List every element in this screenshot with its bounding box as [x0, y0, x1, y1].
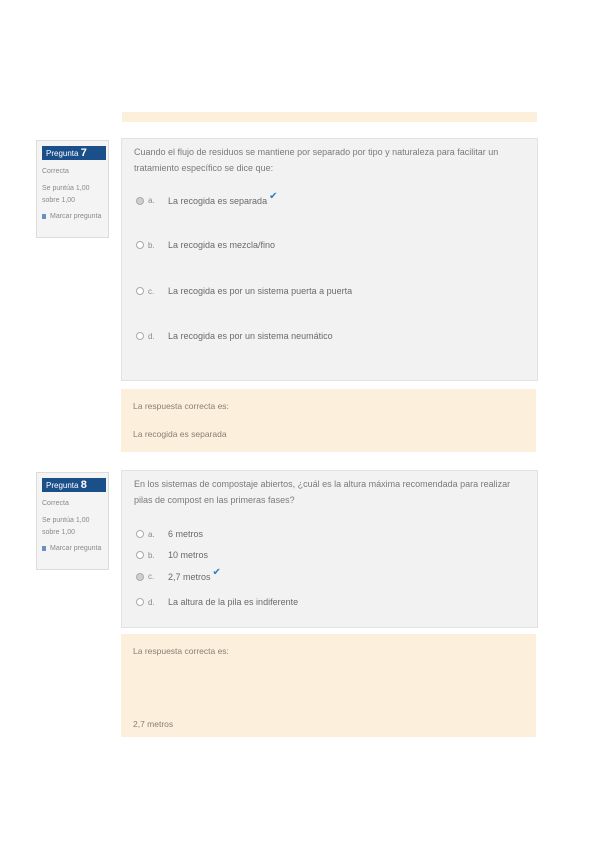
- option-text: La altura de la pila es indiferente: [168, 597, 299, 607]
- option-text: 6 metros: [168, 529, 204, 539]
- radio-icon[interactable]: [136, 530, 144, 538]
- option-letter: d.: [148, 597, 155, 607]
- option-text: La recogida es mezcla/fino: [168, 240, 276, 250]
- flag-question-button[interactable]: Marcar pregunta: [42, 545, 103, 552]
- radio-icon[interactable]: [136, 196, 144, 205]
- radio-icon[interactable]: [136, 332, 144, 340]
- score-line-2: sobre 1,00: [42, 197, 76, 204]
- question-number: 8: [80, 479, 87, 491]
- feedback-box-8: La respuesta correcta es: 2,7 metros: [121, 634, 536, 737]
- answer-option-b[interactable]: b. La recogida es mezcla/fino: [136, 240, 275, 250]
- question-info-8: Pregunta 8 Correcta Se puntúa 1,00 sobre…: [36, 472, 109, 570]
- option-letter: b.: [148, 240, 155, 250]
- question-number-badge: Pregunta 8: [42, 478, 106, 492]
- radio-icon[interactable]: [136, 551, 144, 559]
- score-line-1: Se puntúa 1,00: [42, 517, 90, 524]
- flag-question-button[interactable]: Marcar pregunta: [42, 213, 103, 220]
- option-letter: c.: [148, 286, 155, 296]
- feedback-title: La respuesta correcta es:: [133, 401, 229, 411]
- radio-icon[interactable]: [136, 598, 144, 606]
- flag-icon: [42, 214, 46, 219]
- question-status: Correcta: [42, 168, 69, 175]
- question-box-8: En los sistemas de compostaje abiertos, …: [121, 470, 538, 628]
- question-status: Correcta: [42, 500, 69, 507]
- option-letter: a.: [148, 529, 155, 539]
- option-text: 10 metros: [168, 550, 209, 560]
- question-number-badge: Pregunta 7: [42, 146, 106, 160]
- answer-option-c[interactable]: c. La recogida es por un sistema puerta …: [136, 286, 352, 296]
- question-label: Pregunta: [46, 481, 79, 490]
- radio-icon[interactable]: [136, 572, 144, 581]
- question-box-7: Cuando el flujo de residuos se mantiene …: [121, 138, 538, 381]
- answer-option-d[interactable]: d. La altura de la pila es indiferente: [136, 597, 298, 607]
- score-line-1: Se puntúa 1,00: [42, 185, 90, 192]
- feedback-answer: 2,7 metros: [133, 719, 174, 729]
- previous-feedback-strip: [122, 112, 537, 122]
- option-text: La recogida es separada: [168, 195, 268, 206]
- question-number: 7: [80, 147, 87, 159]
- checkmark-icon: ✔: [269, 191, 278, 202]
- flag-label: Marcar pregunta: [50, 545, 102, 552]
- answer-option-a[interactable]: a. La recogida es separada ✔: [136, 191, 277, 206]
- question-text: En los sistemas de compostaje abiertos, …: [134, 479, 511, 505]
- option-letter: b.: [148, 550, 155, 560]
- feedback-title: La respuesta correcta es:: [133, 646, 229, 656]
- option-letter: c.: [148, 572, 155, 581]
- option-letter: a.: [148, 196, 155, 205]
- question-info-7: Pregunta 7 Correcta Se puntúa 1,00 sobre…: [36, 140, 109, 238]
- checkmark-icon: ✔: [212, 567, 221, 578]
- option-text: La recogida es por un sistema neumático: [168, 331, 333, 341]
- feedback-answer: La recogida es separada: [133, 429, 227, 439]
- question-text: Cuando el flujo de residuos se mantiene …: [134, 147, 499, 173]
- flag-icon: [42, 546, 46, 551]
- option-text: 2,7 metros: [168, 571, 211, 582]
- feedback-box-7: La respuesta correcta es: La recogida es…: [121, 389, 536, 452]
- option-letter: d.: [148, 331, 155, 341]
- radio-icon[interactable]: [136, 241, 144, 249]
- answer-option-d[interactable]: d. La recogida es por un sistema neumáti…: [136, 331, 333, 341]
- answer-option-a[interactable]: a. 6 metros: [136, 529, 203, 539]
- answer-option-c[interactable]: c. 2,7 metros ✔: [136, 567, 221, 582]
- answer-option-b[interactable]: b. 10 metros: [136, 550, 208, 560]
- question-label: Pregunta: [46, 149, 79, 158]
- flag-label: Marcar pregunta: [50, 213, 102, 220]
- score-line-2: sobre 1,00: [42, 529, 76, 536]
- radio-icon[interactable]: [136, 287, 144, 295]
- option-text: La recogida es por un sistema puerta a p…: [168, 286, 353, 296]
